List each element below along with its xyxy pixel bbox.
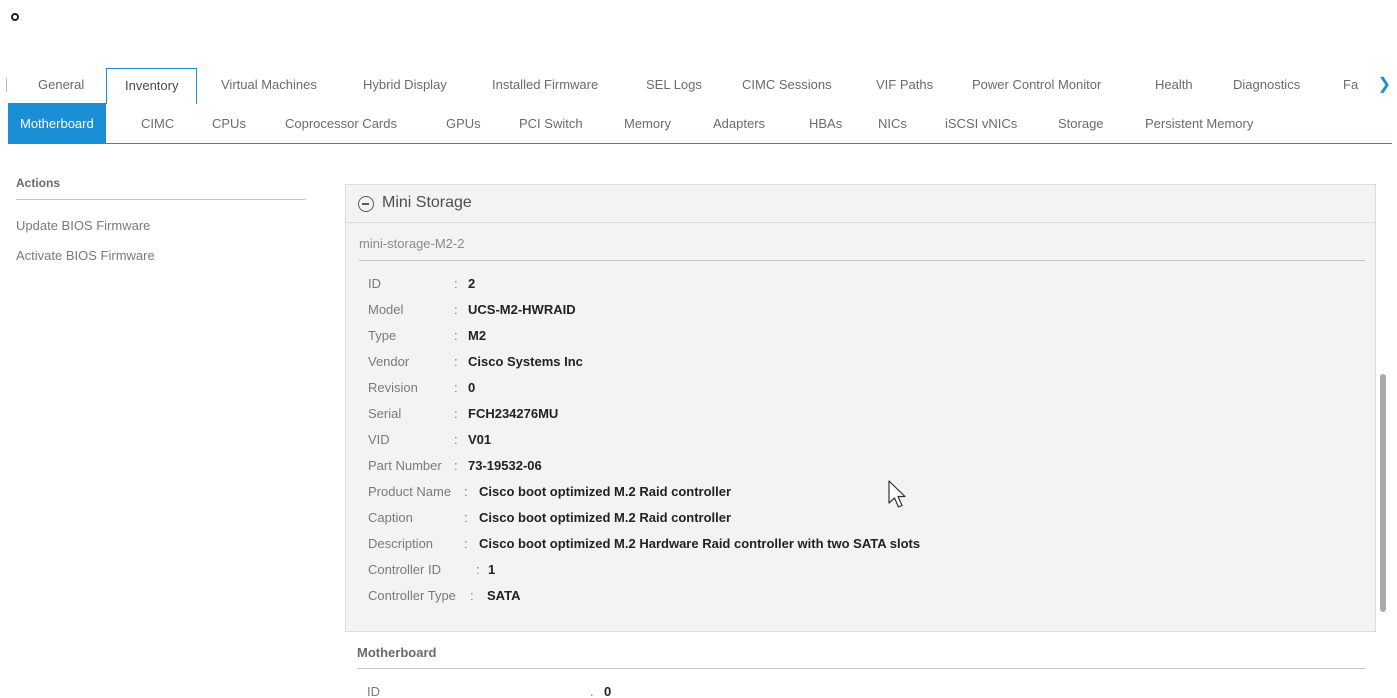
field-value-controller-type: SATA (487, 588, 521, 603)
field-value-description: Cisco boot optimized M.2 Hardware Raid c… (479, 536, 921, 551)
tab-overflow-partial[interactable]: Fa (1343, 68, 1361, 102)
field-label-controller-type: Controller Type (368, 588, 456, 603)
subtab-storage[interactable]: Storage (1058, 103, 1104, 144)
field-separator: : (454, 406, 458, 421)
field-label-serial: Serial (368, 406, 402, 421)
field-separator: : (470, 588, 474, 603)
field-value-serial: FCH234276MU (468, 406, 559, 421)
tab-scroll-left-edge (6, 78, 7, 92)
tab-cimc-sessions[interactable]: CIMC Sessions (742, 68, 832, 102)
field-value-vendor: Cisco Systems Inc (468, 354, 583, 369)
tab-diagnostics[interactable]: Diagnostics (1233, 68, 1300, 102)
subtab-coprocessor-cards[interactable]: Coprocessor Cards (285, 103, 397, 144)
field-separator: . (590, 684, 594, 698)
subtab-nics[interactable]: NICs (878, 103, 907, 144)
field-separator: : (454, 302, 458, 317)
field-separator: : (454, 328, 458, 343)
subtab-motherboard[interactable]: Motherboard (8, 103, 106, 144)
activate-bios-firmware-link[interactable]: Activate BIOS Firmware (16, 248, 155, 263)
field-value-part-number: 73-19532-06 (468, 458, 542, 473)
tab-hybrid-display[interactable]: Hybrid Display (363, 68, 447, 102)
mini-storage-header[interactable]: Mini Storage (346, 185, 1375, 223)
subtab-persistent-memory[interactable]: Persistent Memory (1145, 103, 1253, 144)
motherboard-field-label-id: ID (367, 684, 380, 698)
field-value-product-name: Cisco boot optimized M.2 Raid controller (479, 484, 732, 499)
tab-virtual-machines[interactable]: Virtual Machines (221, 68, 317, 102)
subtab-gpus[interactable]: GPUs (446, 103, 481, 144)
mini-storage-title: Mini Storage (382, 194, 472, 211)
field-separator: : (454, 276, 458, 291)
tab-inventory[interactable]: Inventory (106, 68, 198, 104)
field-value-vid: V01 (468, 432, 492, 447)
subtab-memory[interactable]: Memory (624, 103, 671, 144)
subtab-iscsi-vnics[interactable]: iSCSI vNICs (945, 103, 1017, 144)
mini-storage-subheading: mini-storage-M2-2 (359, 236, 465, 251)
subtab-hbas[interactable]: HBAs (809, 103, 842, 144)
tab-vif-paths[interactable]: VIF Paths (876, 68, 933, 102)
motherboard-field-value-id: 0 (604, 684, 612, 698)
update-bios-firmware-link[interactable]: Update BIOS Firmware (16, 218, 150, 233)
field-separator: : (454, 432, 458, 447)
tab-general[interactable]: General (38, 68, 84, 102)
collapse-minus-icon[interactable] (358, 196, 374, 212)
field-label-revision: Revision (368, 380, 418, 395)
motherboard-section-title: Motherboard (357, 645, 437, 660)
status-dot-icon (11, 13, 19, 21)
tab-power-control-monitor[interactable]: Power Control Monitor (972, 68, 1101, 102)
field-label-description: Description (368, 536, 434, 551)
field-separator: : (454, 380, 458, 395)
field-value-model: UCS-M2-HWRAID (468, 302, 576, 317)
subtab-bar: Motherboard CIMC CPUs Coprocessor Cards … (8, 103, 1392, 144)
field-separator: : (464, 536, 468, 551)
field-separator: : (464, 510, 468, 525)
field-value-controller-id: 1 (488, 562, 496, 577)
tab-health[interactable]: Health (1155, 68, 1193, 102)
mouse-pointer-icon (888, 480, 906, 508)
field-label-id: ID (368, 276, 381, 291)
field-value-revision: 0 (468, 380, 476, 395)
field-label-part-number: Part Number (368, 458, 442, 473)
subtab-cpus[interactable]: CPUs (212, 103, 246, 144)
field-separator: : (476, 562, 480, 577)
chevron-right-icon[interactable]: ❯ (1378, 76, 1391, 94)
field-separator: : (454, 354, 458, 369)
content-scrollbar-thumb[interactable] (1380, 374, 1386, 612)
field-label-vid: VID (368, 432, 390, 447)
subheading-divider (359, 260, 1365, 261)
field-label-vendor: Vendor (368, 354, 410, 369)
actions-divider (16, 199, 306, 200)
motherboard-divider (357, 668, 1365, 669)
field-label-model: Model (368, 302, 404, 317)
tab-installed-firmware[interactable]: Installed Firmware (492, 68, 598, 102)
field-label-type: Type (368, 328, 397, 343)
top-tab-bar: General Inventory Virtual Machines Hybri… (0, 68, 1397, 104)
subtab-pci-switch[interactable]: PCI Switch (519, 103, 583, 144)
field-label-product-name: Product Name (368, 484, 452, 499)
field-separator: : (464, 484, 468, 499)
field-value-type: M2 (468, 328, 487, 343)
field-label-caption: Caption (368, 510, 413, 525)
subtab-cimc[interactable]: CIMC (141, 103, 174, 144)
actions-heading: Actions (16, 176, 61, 190)
field-separator: : (454, 458, 458, 473)
subtab-adapters[interactable]: Adapters (713, 103, 765, 144)
tab-sel-logs[interactable]: SEL Logs (646, 68, 702, 102)
field-label-controller-id: Controller ID (368, 562, 441, 577)
field-value-id: 2 (468, 276, 476, 291)
mini-storage-panel: Mini Storage mini-storage-M2-2 ID : 2 Mo… (345, 184, 1376, 632)
field-value-caption: Cisco boot optimized M.2 Raid controller (479, 510, 732, 525)
